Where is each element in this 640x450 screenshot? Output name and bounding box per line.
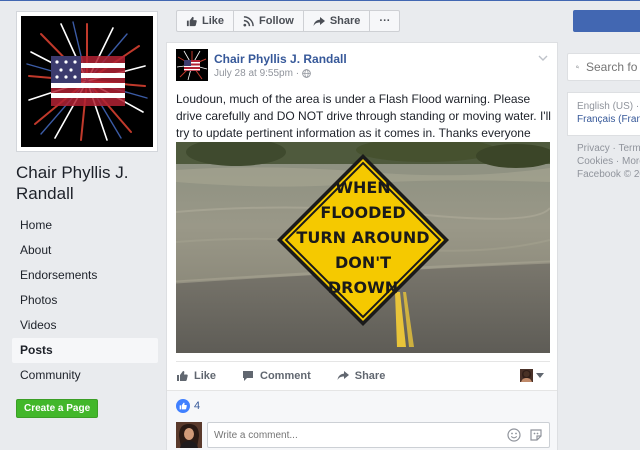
nav-item-photos[interactable]: Photos xyxy=(12,288,158,313)
caret-down-icon xyxy=(536,373,544,378)
comment-input-icons xyxy=(507,428,543,442)
page-title: Chair Phyllis J. Randall xyxy=(16,163,129,203)
follow-page-button[interactable]: Follow xyxy=(233,10,304,32)
nav-item-posts[interactable]: Posts xyxy=(12,338,158,363)
post-share-button[interactable]: Share xyxy=(337,369,386,382)
commenter-avatar xyxy=(176,422,202,448)
like-reaction-icon xyxy=(176,399,190,413)
sticker-icon[interactable] xyxy=(529,428,543,442)
like-page-label: Like xyxy=(202,15,225,27)
footer-line-2[interactable]: Cookies · More xyxy=(577,155,640,168)
language-card: English (US) · E Français (Franc xyxy=(567,92,640,136)
language-link-french[interactable]: Français (Franc xyxy=(577,114,640,125)
sign-line-2: FLOODED xyxy=(320,203,405,222)
post-action-row: Like Comment Share xyxy=(176,361,550,389)
post-card: Chair Phyllis J. Randall July 28 at 9:55… xyxy=(166,42,558,450)
post-comment-label: Comment xyxy=(260,369,311,382)
language-row-2: Français (Franc xyxy=(577,113,640,126)
post-comment-button[interactable]: Comment xyxy=(242,370,311,382)
search-box xyxy=(567,53,640,81)
profile-flag-fireworks-image xyxy=(21,16,153,147)
sign-line-3: TURN AROUND xyxy=(296,228,429,247)
post-as-avatar xyxy=(520,369,533,382)
share-arrow-icon xyxy=(337,371,349,380)
nav-item-endorsements[interactable]: Endorsements xyxy=(12,263,158,288)
post-body-text: Loudoun, much of the area is under a Fla… xyxy=(176,92,551,140)
post-share-label: Share xyxy=(354,369,386,382)
nav-item-home[interactable]: Home xyxy=(12,213,158,238)
globe-icon xyxy=(302,69,311,78)
share-arrow-icon xyxy=(313,16,325,26)
post-author-avatar[interactable] xyxy=(176,49,208,81)
post-like-label: Like xyxy=(194,369,217,382)
language-row-1: English (US) · E xyxy=(577,100,640,113)
primary-call-to-action-button[interactable] xyxy=(573,10,640,32)
share-page-label: Share xyxy=(329,15,361,27)
footer-links: Privacy · Terms Cookies · More Facebook … xyxy=(577,142,640,181)
nav-item-about[interactable]: About xyxy=(12,238,158,263)
like-page-button[interactable]: Like xyxy=(176,10,235,32)
like-count: 4 xyxy=(194,400,201,412)
share-page-button[interactable]: Share xyxy=(302,10,371,32)
current-language: English (US) · xyxy=(577,101,640,112)
post-options-chevron-icon[interactable] xyxy=(538,51,548,65)
nav-item-community[interactable]: Community xyxy=(12,363,158,388)
post-like-button[interactable]: Like xyxy=(176,370,216,382)
post-author-name[interactable]: Chair Phyllis J. Randall xyxy=(214,52,347,66)
comment-input[interactable] xyxy=(207,422,550,448)
rss-icon xyxy=(243,15,254,27)
sign-line-5: DROWN xyxy=(328,278,398,297)
create-page-button[interactable]: Create a Page xyxy=(16,399,99,418)
search-input[interactable] xyxy=(586,60,640,74)
more-options-button[interactable]: ··· xyxy=(369,10,401,32)
sign-line-1: WHEN xyxy=(335,178,390,197)
thumbs-up-icon xyxy=(186,16,197,26)
post-photo-flood-sign[interactable]: WHEN FLOODED TURN AROUND DON'T DROWN xyxy=(176,142,550,353)
post-timestamp[interactable]: July 28 at 9:55pm · xyxy=(214,68,311,79)
sign-line-4: DON'T xyxy=(335,253,391,272)
page-action-bar: Like Follow Share ··· xyxy=(176,10,401,32)
like-count-row[interactable]: 4 xyxy=(176,399,200,413)
nav-item-videos[interactable]: Videos xyxy=(12,313,158,338)
search-icon xyxy=(576,65,579,69)
post-as-selector[interactable] xyxy=(520,369,544,382)
emoji-icon[interactable] xyxy=(507,428,521,442)
footer-line-3: Facebook © 20 xyxy=(577,169,640,180)
page-nav: Home About Endorsements Photos Videos Po… xyxy=(12,213,158,388)
thumbs-up-icon xyxy=(177,370,188,381)
profile-picture[interactable] xyxy=(16,11,158,152)
post-reactions-area: 4 xyxy=(167,390,557,450)
follow-page-label: Follow xyxy=(259,15,294,27)
comment-bubble-icon xyxy=(243,370,254,381)
footer-line-1[interactable]: Privacy · Terms xyxy=(577,142,640,155)
post-time-text: July 28 at 9:55pm · xyxy=(214,68,300,79)
left-column: Chair Phyllis J. Randall Home About Endo… xyxy=(0,0,166,450)
